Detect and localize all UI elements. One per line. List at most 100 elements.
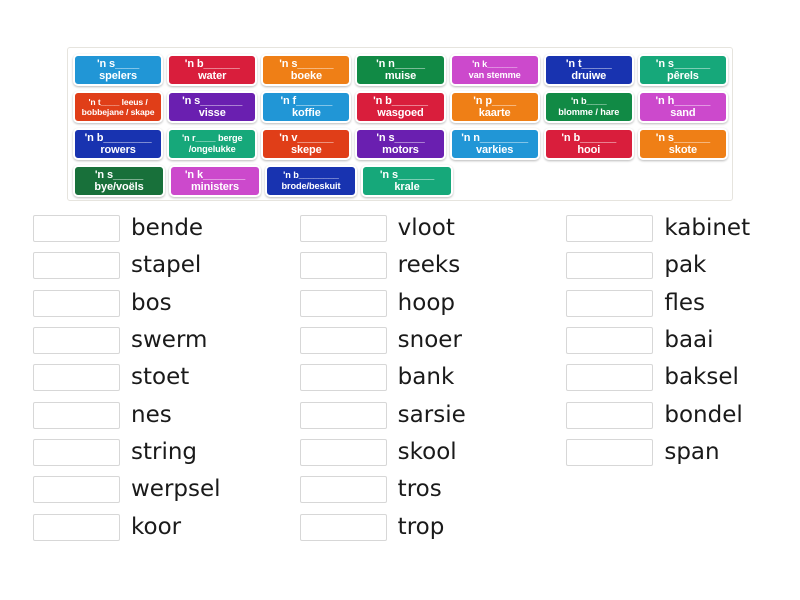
drop-slot[interactable]: [33, 327, 120, 355]
tile-noun-line: bye/voëls: [94, 181, 144, 193]
drop-slot[interactable]: [566, 364, 654, 392]
answer-row: swerm: [33, 322, 267, 359]
drop-slot[interactable]: [33, 401, 120, 429]
tile-clue-line: 'n s______: [655, 131, 711, 144]
tile-noun-line: koffie: [291, 107, 321, 119]
answer-label: nes: [131, 401, 172, 428]
tile-clue-line: 'n r____ berge: [181, 133, 243, 143]
word-tile[interactable]: 'n b____ blomme / hare: [543, 91, 634, 123]
word-tile[interactable]: 'n b______ wasgoed: [355, 91, 446, 123]
tile-noun-line: bobbejane / skape: [81, 107, 155, 117]
drop-slot[interactable]: [299, 476, 387, 504]
tile-noun-line: ministers: [190, 181, 239, 193]
drop-slot[interactable]: [566, 401, 654, 429]
answer-row: bos: [33, 285, 267, 322]
tile-clue-line: 'n b______: [184, 57, 240, 70]
answer-label: stoet: [131, 364, 190, 391]
answer-label: kabinet: [664, 215, 751, 242]
tile-row: 'n s_____ bye/voëls'n k_______ ministers'n…: [73, 165, 732, 202]
word-tile[interactable]: 'n s____ spelers: [73, 54, 164, 86]
drop-slot[interactable]: [299, 289, 387, 317]
word-tile[interactable]: 'n f______ koffie: [261, 91, 352, 123]
drop-slot[interactable]: [566, 215, 654, 243]
answer-row: koor: [33, 508, 267, 545]
word-tile[interactable]: 'n s_____ motors: [355, 128, 446, 160]
drop-slot[interactable]: [33, 252, 120, 280]
drop-slot[interactable]: [33, 438, 120, 466]
tile-clue-line: 'n k______: [472, 59, 518, 69]
word-tile[interactable]: 'n b________ rowers: [73, 128, 164, 160]
tile-row: 'n s____ spelers'n b______ water'n s______…: [73, 54, 732, 91]
word-tile[interactable]: 'n k_______ ministers: [169, 165, 261, 197]
answer-row: pak: [566, 247, 800, 284]
word-tile[interactable]: 'n t_____ druiwe: [543, 54, 634, 86]
word-tile[interactable]: 'n k______ van stemme: [449, 54, 540, 86]
drop-slot[interactable]: [33, 364, 120, 392]
drop-slot[interactable]: [299, 364, 387, 392]
drop-slot[interactable]: [299, 401, 387, 429]
answer-label: bos: [131, 289, 172, 316]
word-tile[interactable]: 'n v______ skepe: [261, 128, 352, 160]
drop-slot[interactable]: [33, 289, 120, 317]
drop-slot[interactable]: [33, 513, 120, 541]
tile-clue-line: 'n b________: [283, 170, 339, 180]
tile-noun-line: brode/beskuit: [281, 181, 341, 191]
answer-row: skool: [299, 434, 534, 471]
tile-noun-line: skepe: [291, 144, 322, 156]
tile-noun-line: water: [198, 70, 227, 82]
tile-noun-line: /ongelukke: [188, 144, 236, 154]
answer-label: skool: [397, 438, 457, 465]
answer-row: baai: [566, 322, 800, 359]
tile-noun-line: spelers: [99, 70, 137, 82]
drop-slot[interactable]: [566, 327, 654, 355]
tile-noun-line: varkies: [476, 144, 514, 156]
word-tile[interactable]: 'n b______ water: [167, 54, 258, 86]
word-tile[interactable]: 'n t____ leeus / bobbejane / skape: [73, 91, 164, 123]
tile-clue-line: 'n s______: [279, 57, 334, 70]
answer-label: baai: [664, 327, 714, 354]
word-tile[interactable]: 'n s______ skote: [637, 128, 728, 160]
drop-slot[interactable]: [566, 252, 654, 280]
drop-slot[interactable]: [299, 327, 387, 355]
answer-label: fles: [664, 289, 705, 316]
word-tile[interactable]: 'n b______ hooi: [543, 128, 634, 160]
tile-clue-line: 'n n_____: [376, 57, 425, 70]
tile-clue-line: 'n s____: [96, 57, 140, 70]
drop-slot[interactable]: [566, 289, 654, 317]
drop-slot[interactable]: [299, 438, 387, 466]
word-tile[interactable]: 'n s______ pêrels: [637, 54, 728, 86]
word-tile[interactable]: 'n s______ krale: [361, 165, 453, 197]
tile-noun-line: druiwe: [571, 70, 607, 82]
answer-label: swerm: [131, 327, 208, 354]
drop-slot[interactable]: [33, 215, 120, 243]
answer-label: sarsie: [397, 401, 466, 428]
answer-row: kabinet: [566, 210, 800, 247]
tile-noun-line: blomme / hare: [558, 107, 620, 117]
drop-slot[interactable]: [299, 215, 387, 243]
drop-slot[interactable]: [33, 476, 120, 504]
answer-row: bank: [299, 359, 534, 396]
word-tile[interactable]: 'n b________ brode/beskuit: [265, 165, 357, 197]
word-tile[interactable]: 'n p____ kaarte: [449, 91, 540, 123]
word-tile[interactable]: 'n h______ sand: [637, 91, 728, 123]
tile-noun-line: muise: [384, 70, 417, 82]
answer-label: span: [664, 438, 720, 465]
answer-columns: bende stapel bos swerm stoet nes string werpsel…: [0, 210, 800, 546]
tile-noun-line: kaarte: [478, 107, 511, 119]
word-tile[interactable]: 'n s_____ bye/voëls: [73, 165, 165, 197]
answer-row: nes: [33, 396, 267, 433]
tile-row: 'n t____ leeus / bobbejane / skape'n s___…: [73, 91, 732, 128]
tile-clue-line: 'n b______: [373, 94, 428, 107]
answer-label: string: [131, 438, 198, 465]
drop-slot[interactable]: [299, 252, 387, 280]
answer-label: trop: [397, 513, 445, 540]
drop-slot[interactable]: [299, 513, 387, 541]
tile-clue-line: 'n n________: [461, 131, 529, 144]
word-tile[interactable]: 'n r____ berge/ongelukke: [167, 128, 258, 160]
word-tile[interactable]: 'n s_______ visse: [167, 91, 258, 123]
word-tile[interactable]: 'n n________ varkies: [449, 128, 540, 160]
word-tile[interactable]: 'n s______ boeke: [261, 54, 352, 86]
tile-clue-line: 'n s_____: [376, 131, 425, 144]
drop-slot[interactable]: [566, 438, 654, 466]
word-tile[interactable]: 'n n_____ muise: [355, 54, 446, 86]
